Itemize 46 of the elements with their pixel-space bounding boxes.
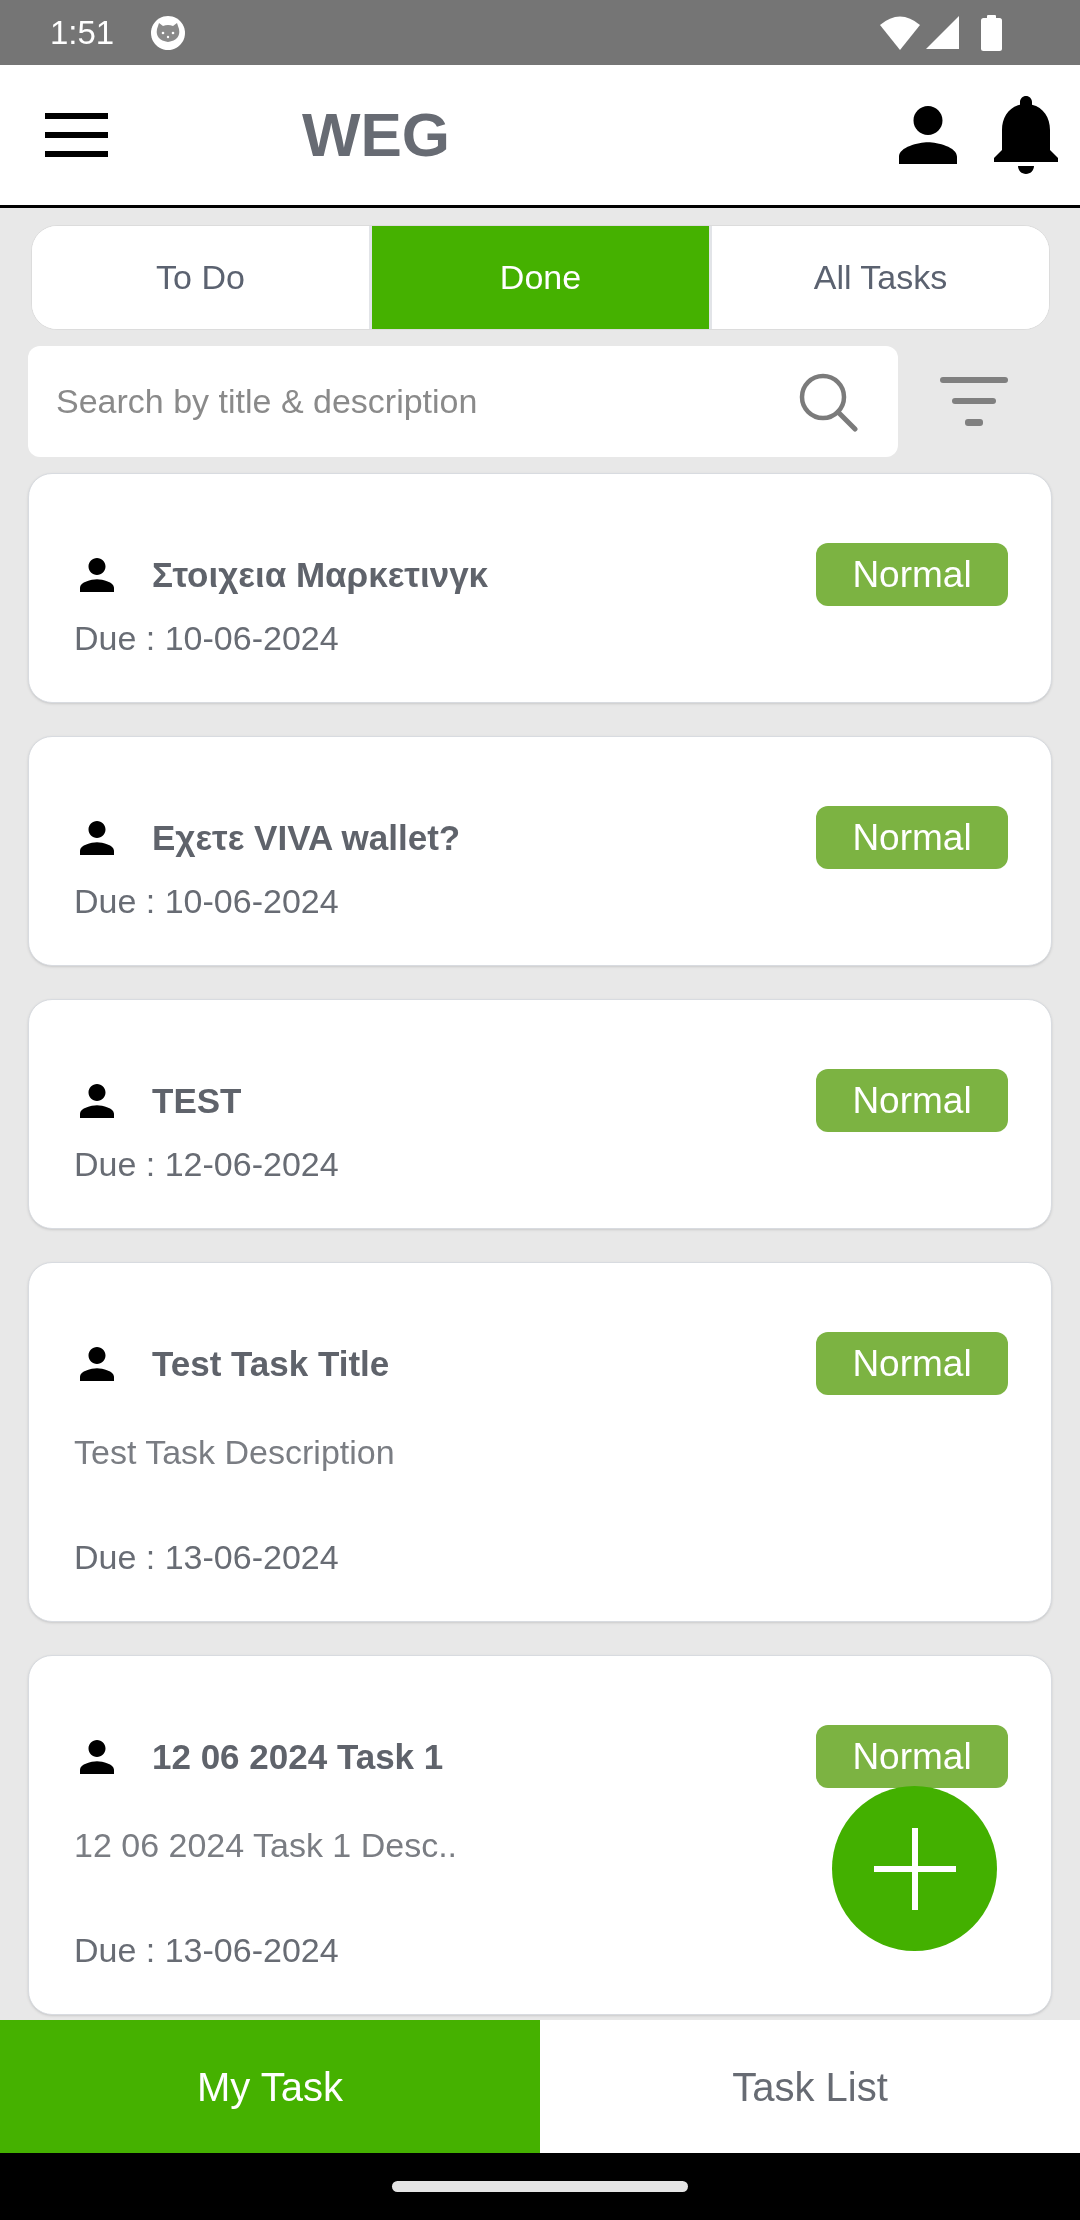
profile-button[interactable] bbox=[899, 106, 957, 164]
due-date: Due : 12-06-2024 bbox=[74, 1144, 340, 1184]
filter-button[interactable] bbox=[940, 376, 1008, 427]
task-title: Στοιχεια Μαρκετινγκ bbox=[152, 557, 489, 592]
due-date: Due : 13-06-2024 bbox=[74, 1537, 340, 1577]
bell-icon bbox=[994, 96, 1058, 174]
task-title: TEST bbox=[152, 1083, 242, 1118]
task-card[interactable]: TEST Normal Due : 12-06-2024 bbox=[28, 999, 1052, 1229]
priority-badge: Normal bbox=[816, 1069, 1008, 1132]
due-date: Due : 10-06-2024 bbox=[74, 881, 340, 921]
task-title: 12 06 2024 Task 1 bbox=[152, 1739, 444, 1774]
priority-badge: Normal bbox=[816, 543, 1008, 606]
status-time: 1:51 bbox=[50, 16, 115, 49]
person-icon bbox=[80, 1739, 114, 1774]
task-description: Test Task Description bbox=[74, 1432, 396, 1472]
tab[interactable]: All Tasks bbox=[709, 226, 1049, 329]
plus-icon bbox=[873, 1827, 956, 1910]
task-card[interactable]: 12 06 2024 Task 1 Normal 12 06 2024 Task 1 Desc.. Due : 13-06-2024 bbox=[28, 1655, 1052, 2015]
person-icon bbox=[80, 820, 114, 855]
person-icon bbox=[899, 106, 957, 164]
menu-button[interactable] bbox=[45, 113, 108, 157]
signal-icon bbox=[926, 16, 959, 49]
person-icon bbox=[80, 557, 114, 592]
task-card[interactable]: Στοιχεια Μαρκετινγκ Normal Due : 10-06-2024 bbox=[28, 473, 1052, 703]
priority-badge: Normal bbox=[816, 806, 1008, 869]
search-icon bbox=[798, 372, 858, 432]
priority-badge: Normal bbox=[816, 1332, 1008, 1395]
filter-icon bbox=[940, 376, 1008, 427]
task-title: Test Task Title bbox=[152, 1346, 390, 1381]
due-date: Due : 13-06-2024 bbox=[74, 1930, 340, 1970]
menu-icon bbox=[45, 113, 108, 157]
task-description: 12 06 2024 Task 1 Desc.. bbox=[74, 1825, 459, 1865]
notifications-button[interactable] bbox=[994, 96, 1058, 174]
cat-face-icon bbox=[150, 14, 187, 51]
search-field[interactable]: Search by title & description bbox=[28, 346, 898, 457]
person-icon bbox=[80, 1346, 114, 1381]
wifi-icon bbox=[880, 15, 920, 50]
task-title: Εχετε VIVA wallet? bbox=[152, 820, 461, 855]
priority-badge: Normal bbox=[816, 1725, 1008, 1788]
task-card[interactable]: Test Task Title Normal Test Task Description Due : 13-06-2024 bbox=[28, 1262, 1052, 1622]
app-title: WEG bbox=[302, 104, 451, 166]
due-date: Due : 10-06-2024 bbox=[74, 618, 340, 658]
battery-icon bbox=[981, 14, 1002, 51]
person-icon bbox=[80, 1083, 114, 1118]
task-card[interactable]: Εχετε VIVA wallet? Normal Due : 10-06-2024 bbox=[28, 736, 1052, 966]
bottom-nav-tab[interactable]: Task List bbox=[540, 2020, 1080, 2153]
